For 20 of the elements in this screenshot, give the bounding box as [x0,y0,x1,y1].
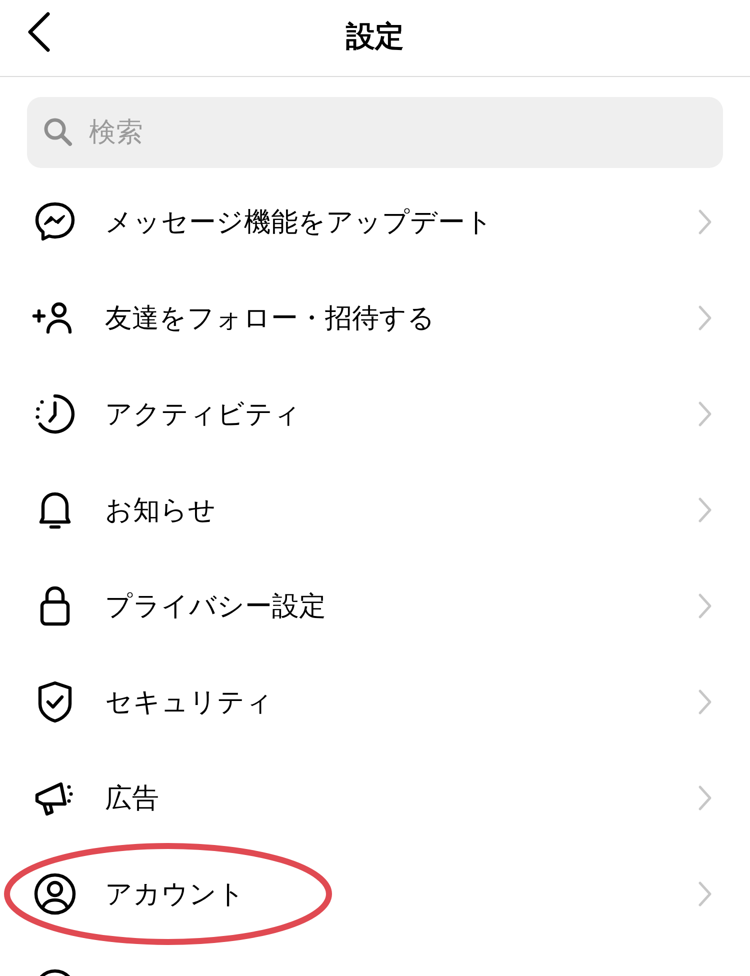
chevron-icon [698,305,712,331]
chevron-icon [698,497,712,523]
page-title: 設定 [346,20,404,56]
chevron-icon [698,209,712,235]
search-icon [43,117,73,147]
menu-item-label[interactable]: メッセージ機能をアップデート [105,202,698,242]
menu-item-label[interactable]: 友達をフォロー・招待する [105,298,698,338]
chevron-icon [698,785,712,811]
back-icon[interactable] [26,12,52,52]
menu-item-label[interactable]: お知らせ [105,490,698,530]
menu-item-label[interactable]: セキュリティ [105,682,698,722]
menu-item-label[interactable]: プライバシー設定 [105,586,698,626]
chevron-icon [698,689,712,715]
chevron-icon [698,881,712,907]
menu-item-label[interactable]: 広告 [105,778,698,818]
search-field[interactable]: 検索 [27,97,723,168]
menu-item-label[interactable]: アカウント [105,874,698,914]
menu-item-label[interactable]: アクティビティ [105,394,698,434]
chevron-icon [698,593,712,619]
chevron-icon [698,401,712,427]
